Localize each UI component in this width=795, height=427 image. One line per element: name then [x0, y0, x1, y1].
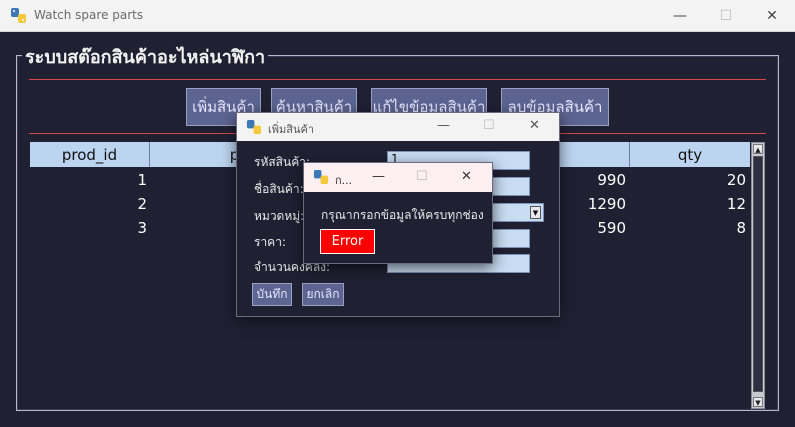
label-product-name: ชื่อสินค้า:: [254, 182, 304, 196]
close-icon[interactable]: ✕: [461, 169, 472, 184]
python-icon: [11, 8, 26, 23]
maximize-icon[interactable]: ☐: [416, 169, 428, 184]
error-dialog-title-bar: ก... — ☐ ✕: [304, 163, 492, 192]
minimize-button[interactable]: —: [657, 0, 703, 31]
maximize-icon: ☐: [719, 7, 733, 24]
minimize-icon[interactable]: —: [372, 169, 385, 184]
maximize-icon[interactable]: ☐: [483, 118, 495, 133]
minimize-icon: —: [673, 7, 687, 24]
scroll-down-icon[interactable]: ▼: [753, 397, 763, 407]
label-product-code: รหัสสินค้า:: [254, 155, 311, 169]
window-title: Watch spare parts: [34, 8, 144, 22]
chevron-down-icon[interactable]: ▼: [530, 206, 541, 219]
close-button[interactable]: ✕: [749, 0, 795, 31]
close-icon[interactable]: ✕: [529, 118, 540, 133]
scroll-thumb[interactable]: [753, 156, 763, 392]
maximize-button[interactable]: ☐: [703, 0, 749, 31]
top-divider: [29, 79, 766, 80]
label-price: ราคา:: [254, 235, 286, 249]
cell-prod-id: 2: [137, 195, 147, 213]
label-category: หมวดหมู่:: [254, 209, 305, 223]
python-icon: [246, 119, 262, 135]
cell-qty: 12: [726, 195, 746, 213]
cell-qty: 8: [736, 219, 746, 237]
main-window: Watch spare parts — ☐ ✕ ระบบสต๊อกสินค้าอ…: [0, 0, 795, 427]
save-button[interactable]: บันทึก: [252, 283, 292, 306]
error-dialog-title: ก...: [335, 174, 353, 187]
page-title: ระบบสต๊อกสินค้าอะไหล่นาฬิกา: [22, 42, 269, 71]
cell-prod-id: 3: [137, 219, 147, 237]
scroll-up-icon[interactable]: ▲: [753, 144, 763, 154]
title-bar: Watch spare parts — ☐ ✕: [0, 0, 795, 32]
error-message: กรุณากรอกข้อมูลให้ครบทุกช่อง: [321, 208, 484, 222]
cancel-button[interactable]: ยกเลิก: [302, 283, 344, 306]
close-icon: ✕: [766, 7, 778, 24]
cell-qty: 20: [726, 171, 746, 189]
error-dialog: ก... — ☐ ✕ กรุณากรอกข้อมูลให้ครบทุกช่อง …: [303, 162, 493, 264]
error-ok-button[interactable]: Error: [320, 229, 375, 254]
python-icon: [313, 169, 329, 185]
cell-prod-id: 1: [137, 171, 147, 189]
column-header-prod-id[interactable]: prod_id: [30, 142, 150, 167]
table-scrollbar[interactable]: ▲ ▼: [751, 142, 765, 409]
minimize-icon[interactable]: —: [437, 118, 450, 133]
dialog-title: เพิ่มสินค้า: [268, 123, 315, 136]
column-header-qty[interactable]: qty: [630, 142, 750, 167]
dialog-title-bar: เพิ่มสินค้า — ☐ ✕: [237, 113, 559, 141]
